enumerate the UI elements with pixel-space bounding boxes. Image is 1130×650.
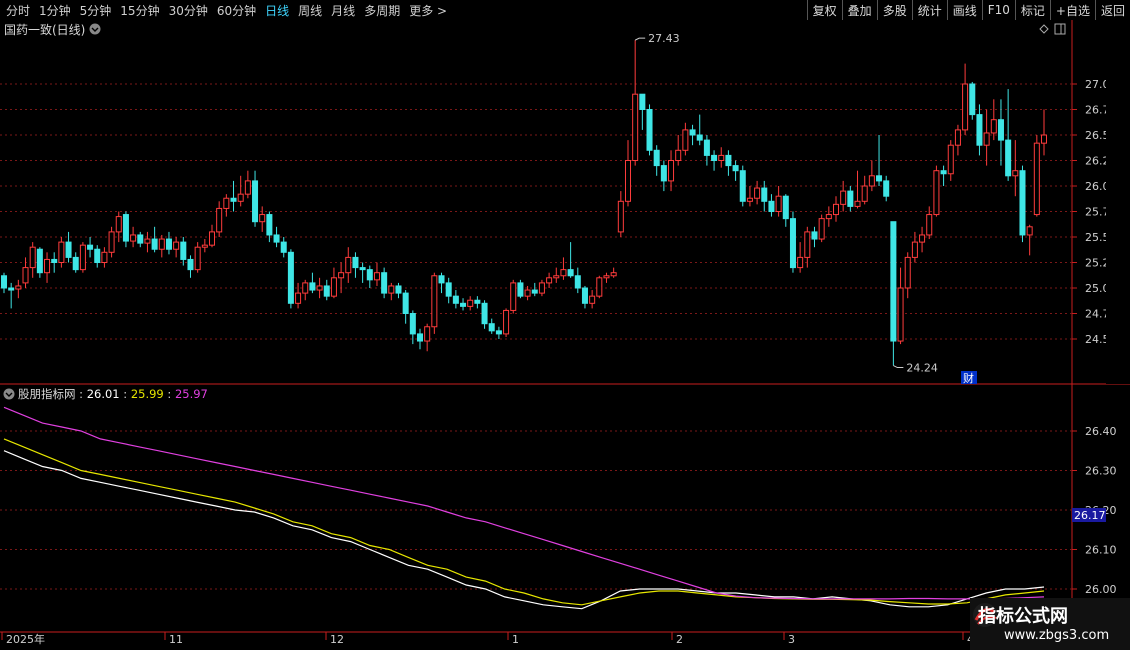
action-button[interactable]: 画线: [946, 0, 982, 20]
period-tab[interactable]: 日线: [265, 2, 289, 19]
action-button[interactable]: 标记: [1014, 0, 1050, 20]
time-label: 3: [788, 633, 795, 646]
last-value: 26.17: [1074, 509, 1106, 522]
time-label: 11: [169, 633, 183, 646]
low-value: 24.24: [906, 362, 938, 375]
indicator-header: 股朋指标网 : 26.01 : 25.99 : 25.97: [18, 387, 208, 401]
period-tab[interactable]: 月线: [331, 2, 355, 19]
last-value-tag: 26.17: [1072, 508, 1106, 522]
indicator-v2: 25.99: [131, 387, 164, 401]
high-value: 27.43: [648, 32, 680, 45]
indicator-tick-label: 26.10: [1085, 544, 1117, 557]
candle: [739, 165, 746, 207]
candle: [431, 272, 438, 334]
candle: [646, 104, 653, 156]
period-tab[interactable]: 周线: [298, 2, 322, 19]
indicator-tick-label: 26.00: [1085, 583, 1117, 596]
action-button[interactable]: +自选: [1049, 0, 1095, 20]
finance-badge[interactable]: 财: [961, 371, 977, 385]
period-tab[interactable]: 分时: [6, 2, 30, 19]
action-button[interactable]: 多股: [876, 0, 912, 20]
candle: [287, 249, 294, 309]
finance-badge-label: 财: [963, 371, 974, 385]
candle: [510, 279, 517, 314]
time-label: 12: [330, 633, 344, 646]
period-toolbar: 分时 1分钟 5分钟 15分钟 30分钟 60分钟 日线 周线 月线 多周期 更多 > 复权 叠加 多股…: [0, 0, 1130, 21]
candle: [1033, 135, 1040, 217]
time-label: 2025年: [6, 632, 45, 646]
action-button[interactable]: 复权: [806, 0, 842, 20]
watermark: 指标公式网 www.zbgs3.com: [970, 598, 1130, 650]
indicator-v1: 26.01: [87, 387, 120, 401]
candle: [818, 214, 825, 243]
main-title: 国药一致(日线): [4, 23, 85, 37]
period-tab[interactable]: 15分钟: [120, 2, 159, 19]
period-tab[interactable]: 5分钟: [80, 2, 112, 19]
candle: [517, 279, 524, 299]
watermark-title: 指标公式网: [978, 606, 1068, 627]
time-label: 2: [676, 633, 683, 646]
period-tabs: 分时 1分钟 5分钟 15分钟 30分钟 60分钟 日线 周线 月线 多周期 更多 >: [2, 0, 452, 20]
period-tab[interactable]: 多周期: [364, 2, 400, 19]
candle: [933, 165, 940, 217]
kline-chart[interactable]: 27.0026.7526.5026.2526.0025.7525.5025.25…: [0, 20, 1130, 650]
action-buttons: 复权 叠加 多股 统计 画线 F10 标记 +自选 返回: [806, 0, 1130, 20]
action-button[interactable]: 叠加: [841, 0, 877, 20]
candle: [503, 308, 510, 337]
action-button[interactable]: F10: [981, 0, 1015, 20]
indicator-chevron-icon[interactable]: [3, 388, 15, 400]
period-tab[interactable]: 60分钟: [217, 2, 256, 19]
period-tab[interactable]: 更多 >: [409, 2, 447, 19]
watermark-url: www.zbgs3.com: [1004, 628, 1110, 643]
period-tab[interactable]: 30分钟: [169, 2, 208, 19]
indicator-tick-label: 26.40: [1085, 425, 1117, 438]
indicator-name: 股朋指标网: [18, 387, 76, 401]
candle: [79, 242, 86, 273]
period-tab[interactable]: 1分钟: [39, 2, 71, 19]
time-label: 1: [512, 633, 519, 646]
candle: [596, 275, 603, 299]
indicator-v3: 25.97: [175, 387, 208, 401]
action-button[interactable]: 返回: [1094, 0, 1130, 20]
action-button[interactable]: 统计: [911, 0, 947, 20]
candle: [1019, 165, 1026, 243]
candle: [969, 81, 976, 120]
indicator-tick-label: 26.30: [1085, 465, 1117, 478]
title-chevron-icon[interactable]: [89, 23, 101, 35]
candle: [789, 211, 796, 273]
